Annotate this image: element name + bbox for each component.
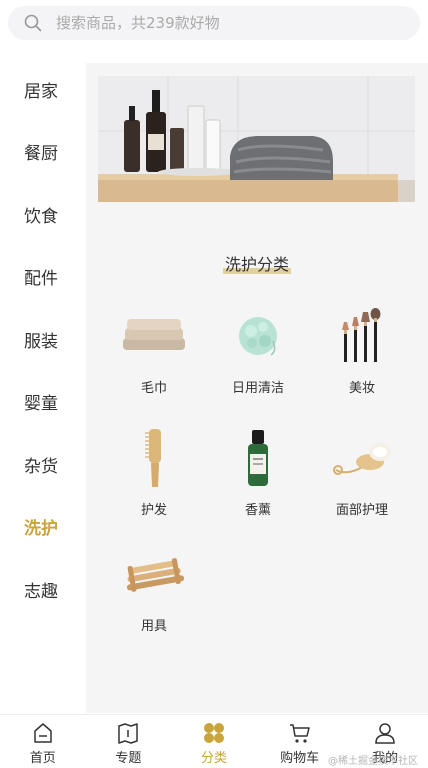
tab-category[interactable]: 分类 (171, 715, 257, 768)
subcategory-label: 美妆 (348, 381, 375, 396)
sidebar-item-clothing[interactable]: 服装 (0, 308, 86, 371)
search-input[interactable] (56, 14, 376, 32)
user-icon (373, 721, 397, 745)
search-bar (0, 0, 428, 46)
sidebar-item-kitchen[interactable]: 餐厨 (0, 121, 86, 184)
subcategory-label: 日用清洁 (231, 381, 284, 396)
sidebar-item-personal-care[interactable]: 洗护 (0, 496, 86, 559)
subcategory-aromatherapy[interactable]: 香薰 (206, 423, 310, 518)
tab-label: 首页 (29, 751, 56, 766)
subcategory-face-care[interactable]: 面部护理 (310, 423, 414, 518)
search-icon (24, 14, 42, 32)
home-icon (31, 721, 55, 745)
subcategory-towel[interactable]: 毛巾 (102, 301, 206, 396)
sidebar-item-food[interactable]: 饮食 (0, 183, 86, 246)
sidebar-item-baby[interactable]: 婴童 (0, 371, 86, 434)
category-sidebar: 居家 餐厨 饮食 配件 服装 婴童 杂货 洗护 志趣 (0, 58, 86, 621)
search-box[interactable] (8, 6, 420, 40)
sidebar-item-sundries[interactable]: 杂货 (0, 433, 86, 496)
category-banner-image[interactable] (98, 76, 415, 202)
subcategory-makeup[interactable]: 美妆 (310, 301, 414, 396)
soap-dish-icon (102, 539, 206, 609)
essential-oil-icon (206, 423, 310, 493)
watermark: @稀土掘金技术社区 (328, 756, 418, 767)
comb-icon (102, 423, 206, 493)
subcategory-tools[interactable]: 用具 (102, 539, 206, 634)
towel-icon (102, 301, 206, 371)
subcategory-label: 护发 (140, 503, 167, 518)
subcategory-label: 面部护理 (335, 503, 388, 518)
tab-label: 分类 (200, 751, 227, 766)
subcategory-label: 用具 (140, 619, 167, 634)
tab-label: 购物车 (280, 751, 320, 766)
sidebar-item-accessories[interactable]: 配件 (0, 246, 86, 309)
subcategory-label: 毛巾 (140, 381, 167, 396)
sidebar-item-hobbies[interactable]: 志趣 (0, 558, 86, 621)
subcategory-hair-care[interactable]: 护发 (102, 423, 206, 518)
category-content: 洗护分类 毛巾 日用清洁 美妆 护发 香薰 面部护理 用具 (86, 63, 428, 713)
tab-home[interactable]: 首页 (0, 715, 86, 768)
section-title: 洗护分类 (86, 251, 428, 275)
tab-topics[interactable]: 专题 (86, 715, 172, 768)
tab-label: 专题 (115, 751, 142, 766)
subcategory-label: 香薰 (244, 503, 271, 518)
section-title-text: 洗护分类 (222, 251, 292, 275)
bath-sponge-icon (206, 301, 310, 371)
sidebar-item-home[interactable]: 居家 (0, 58, 86, 121)
category-clover-icon (202, 721, 226, 745)
cart-icon (288, 721, 312, 745)
subcategory-daily-cleaning[interactable]: 日用清洁 (206, 301, 310, 396)
face-brush-icon (310, 423, 414, 493)
makeup-brushes-icon (310, 301, 414, 371)
topic-book-icon (116, 721, 140, 745)
